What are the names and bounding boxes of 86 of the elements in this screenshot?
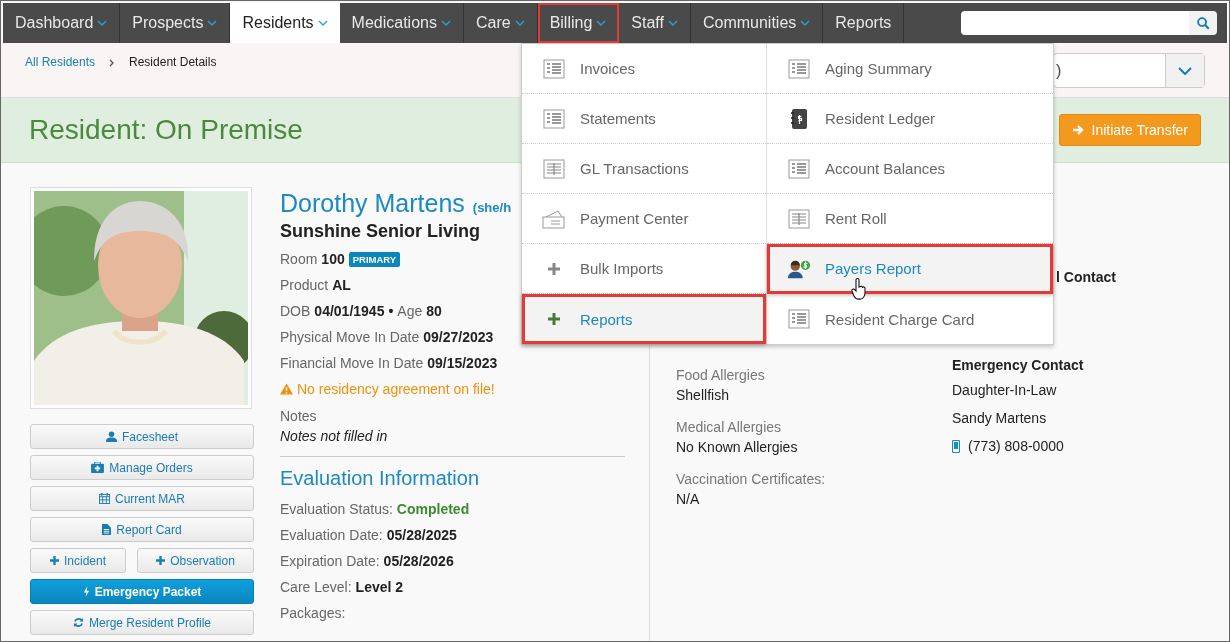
menu-item[interactable]: GL Transactions [522, 144, 766, 194]
detail-line: Evaluation Status: Completed [280, 500, 470, 519]
search-field[interactable] [961, 11, 1189, 35]
menu-item[interactable]: Resident Charge Card [767, 294, 1053, 344]
section-heading: Emergency Contact [952, 357, 1085, 373]
plus-icon [156, 556, 166, 565]
document-icon [542, 58, 566, 79]
caret-icon [800, 20, 811, 26]
detail-line: Financial Move In Date 09/15/2023 [280, 354, 498, 373]
profile-button[interactable]: Incident [30, 548, 126, 573]
detail-line: Product AL [280, 276, 351, 295]
document-icon [542, 108, 566, 129]
document-icon [787, 58, 811, 79]
caret-icon [514, 20, 525, 26]
caret-icon [667, 20, 678, 26]
detail-line: Evaluation Date: 05/28/2025 [280, 526, 457, 545]
chevron-down-icon [1178, 66, 1192, 75]
profile-button[interactable]: Manage Orders [30, 455, 254, 480]
chevron-icon [109, 59, 116, 67]
table-icon [542, 158, 566, 179]
field-label: Food Allergies [676, 367, 766, 383]
menu-item[interactable]: Account Balances [767, 144, 1053, 194]
warning-icon [280, 383, 293, 395]
section-title: Evaluation Information [280, 467, 480, 490]
profile-button[interactable]: Observation [137, 548, 254, 573]
menu-item[interactable]: Payment Center [522, 194, 766, 244]
profile-button[interactable]: Report Card [30, 517, 254, 542]
phone-icon [952, 439, 960, 453]
arrow-right-icon [1071, 124, 1084, 136]
user-icon [105, 431, 117, 442]
caret-icon [440, 20, 451, 26]
caret-icon [596, 20, 607, 26]
detail-line: DOB 04/01/1945 • Age 80 [280, 302, 442, 321]
contact-phone: (773) 808-0000 [968, 438, 1064, 454]
refresh-icon [72, 617, 84, 628]
profile-button[interactable]: Merge Resident Profile [30, 610, 254, 635]
primary-button[interactable]: Emergency Packet [30, 579, 254, 604]
pronouns: (she/h [472, 200, 512, 215]
file-icon [102, 524, 112, 535]
community-select[interactable]: ) [1053, 53, 1205, 88]
profile-button[interactable]: Current MAR [30, 486, 254, 511]
community-name: Sunshine Senior Living [280, 221, 482, 242]
detail-line: Care Level: Level 2 [280, 578, 404, 597]
menu-item[interactable]: Resident Ledger [767, 94, 1053, 144]
search-button[interactable] [1189, 11, 1217, 35]
warning-text: No residency agreement on file! [297, 381, 495, 397]
menu-item[interactable]: Invoices [522, 44, 766, 94]
contact-relation: Daughter-In-Law [952, 382, 1058, 398]
field-value: N/A [676, 491, 701, 507]
detail-line: Expiration Date: 05/28/2026 [280, 552, 454, 571]
menu-item[interactable]: Statements [522, 94, 766, 144]
detail-line: Room 100 PRIMARY [280, 246, 401, 272]
field-label: Notes [280, 408, 318, 424]
profile-button[interactable]: Facesheet [30, 424, 254, 449]
menu-item[interactable]: Reports [522, 294, 766, 344]
field-value: Notes not filled in [280, 428, 389, 444]
field-label: Vaccination Certificates: [676, 471, 827, 487]
contact-name: Sandy Martens [952, 410, 1048, 426]
plus-icon [548, 262, 560, 275]
field-value: Shellfish [676, 387, 730, 403]
primary-badge: PRIMARY [348, 251, 401, 267]
caret-icon [97, 20, 108, 26]
search-icon [1196, 16, 1210, 30]
medkit-icon [91, 462, 105, 473]
detail-line: Packages: [280, 604, 346, 623]
menu-item[interactable]: Aging Summary [767, 44, 1053, 94]
breadcrumb-link[interactable]: All Residents [25, 55, 96, 97]
field-value: No Known Allergies [676, 439, 799, 455]
resident-name: Dorothy Martens [280, 189, 465, 218]
document-icon [787, 309, 811, 329]
table-icon [787, 208, 811, 229]
cash-icon [542, 208, 566, 229]
detail-line: Physical Move In Date 09/27/2023 [280, 328, 494, 347]
nav-tab[interactable]: Billing [537, 3, 620, 43]
caret-icon [207, 20, 218, 26]
caret-icon [317, 20, 328, 26]
document-icon [787, 158, 811, 179]
plus-icon [548, 313, 560, 325]
page-title: Resident: On Premise [29, 114, 303, 146]
nav-tab[interactable]: Residents [230, 3, 340, 43]
section-heading: l Contact [1056, 269, 1116, 285]
bolt-icon [82, 586, 90, 597]
calendar-icon [99, 493, 110, 504]
breadcrumb-current: Resident Details [129, 55, 217, 71]
field-label: Medical Allergies [676, 419, 783, 435]
plus-icon [50, 556, 59, 565]
